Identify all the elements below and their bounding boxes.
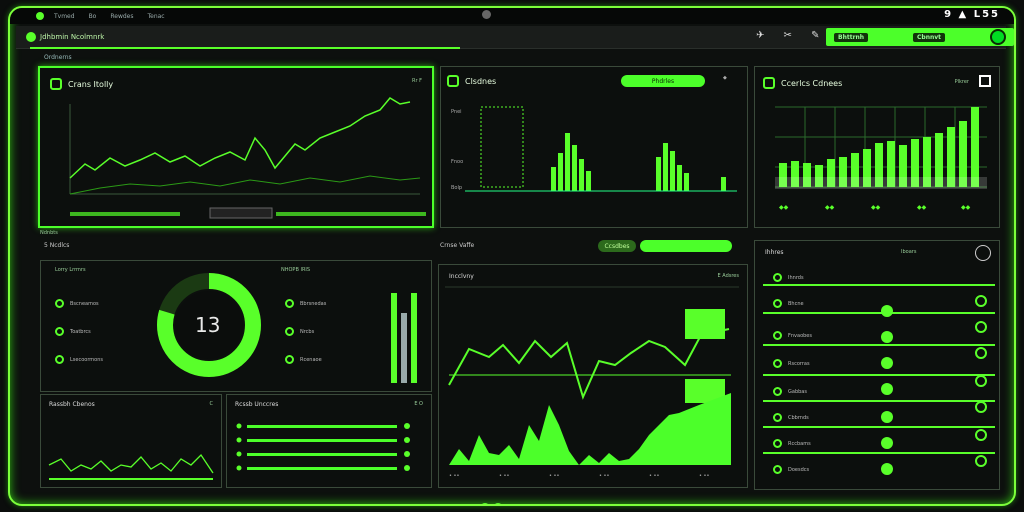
histogram-chart: Pnei Fnoo Bolp — [451, 106, 737, 192]
device-frame: Tvmed Bo Rewdes Tenac 9 ▲ L55 Jdhbmin Nc… — [8, 6, 1016, 506]
svg-text:Fnoo: Fnoo — [451, 159, 463, 165]
brand[interactable]: Jdhbmin Ncolmnrk — [26, 30, 136, 44]
left-section-label: Ndnbts — [40, 230, 58, 236]
ring-item-1[interactable]: Bscneamos — [55, 299, 99, 308]
svg-text:• ••: • •• — [549, 473, 559, 479]
cta-bar[interactable]: Bhttrnh Cbnnvt — [826, 28, 1014, 46]
cta-right-label[interactable]: Cbnnvt — [913, 32, 946, 42]
trend-panel: Incclvny E Adsres • •• • •• • •• • •• • •• •… — [438, 264, 748, 488]
histogram-panel: Clsdnes Phdrles ◆ Pnei Fnoo Bolp — [440, 66, 748, 228]
list-row-2[interactable]: Bhcne — [773, 299, 804, 308]
svg-text:◆◆: ◆◆ — [779, 204, 789, 211]
list-row-1[interactable]: Ihnrds — [773, 273, 804, 282]
mid-section-tag[interactable]: Ccsdbes — [598, 240, 636, 252]
left-section-sub: 5 Ncdlcs — [44, 242, 70, 249]
svg-text:Bolp: Bolp — [451, 185, 462, 191]
svg-text:◆◆: ◆◆ — [825, 204, 835, 211]
toolbar-icons[interactable]: ✈ ✂ ✎ — [756, 30, 828, 41]
svg-text:◆◆: ◆◆ — [871, 204, 881, 211]
svg-text:◆◆: ◆◆ — [961, 204, 971, 211]
svg-text:Pnei: Pnei — [451, 109, 462, 115]
list-row-5[interactable]: Gabbas — [773, 387, 807, 396]
ring-right-item-3[interactable]: Rcenaoe — [285, 355, 322, 364]
svg-text:• ••: • •• — [699, 473, 709, 479]
os-top-bar: Tvmed Bo Rewdes Tenac 9 ▲ L55 — [10, 8, 1014, 24]
svg-text:• ••: • •• — [499, 473, 509, 479]
list-row-3[interactable]: Fnvaobes — [773, 331, 812, 340]
svg-text:• ••: • •• — [449, 473, 459, 479]
menu-item-3[interactable]: Rewdes — [110, 13, 133, 20]
stock-line-chart — [69, 97, 426, 219]
ring-header-right: NHOPB IRIS — [281, 267, 311, 273]
brand-icon — [26, 32, 36, 42]
mini-bars — [391, 293, 417, 383]
bottom-left-panel: Rassbh Cbenos C — [40, 394, 222, 488]
bottom-left-spark — [48, 453, 214, 480]
list-row-6[interactable]: Cbbrnds — [773, 413, 809, 422]
svg-text:◆◆: ◆◆ — [917, 204, 927, 211]
power-icon[interactable] — [990, 29, 1006, 45]
trend-chart: • •• • •• • •• • •• • •• • •• — [445, 286, 739, 479]
mid-section-label: Crnse Vaffe — [440, 242, 475, 249]
bottom-mid-panel: Rcssb Unccres E O — [226, 394, 432, 488]
bars-panel: Ccerlcs Cdnees Plkrer ◆◆ ◆◆ ◆◆ ◆◆ ◆◆ — [754, 66, 1000, 228]
subheader: Ordnerns — [44, 54, 72, 61]
stock-panel: Crans Itolly Rr F — [38, 66, 434, 228]
loading-progress — [30, 47, 460, 49]
menu-item-4[interactable]: Tenac — [147, 13, 164, 20]
page-indicator[interactable] — [480, 498, 506, 504]
ring-panel: Lorry Lrrmrs NHOPB IRIS 13 Bscneamos Toa… — [40, 260, 432, 392]
status-tray: 9 ▲ L55 — [944, 9, 1000, 20]
list-row-7[interactable]: Rccbams — [773, 439, 811, 448]
gauge-value: 13 — [195, 313, 221, 337]
list-row-8[interactable]: Doesdcs — [773, 465, 809, 474]
app-navbar: Jdhbmin Ncolmnrk ✈ ✂ ✎ Bhttrnh Cbnnvt — [16, 26, 1014, 49]
brand-label: Jdhbmin Ncolmnrk — [40, 33, 105, 41]
list-panel: Ihhres Iboars Ihnrds Bhcne Fnvaobes Rsco… — [754, 240, 1000, 490]
ring-right-item-2[interactable]: Nrcbs — [285, 327, 314, 336]
menu-item-2[interactable]: Bo — [89, 13, 97, 20]
cta-pill[interactable]: Bhttrnh — [834, 32, 869, 42]
ring-item-3[interactable]: Lsecoormons — [55, 355, 103, 364]
list-row-4[interactable]: Rscorras — [773, 359, 810, 368]
app-logo-icon[interactable] — [36, 12, 44, 20]
menu-item-1[interactable]: Tvmed — [54, 13, 75, 20]
mid-section-toggle[interactable] — [640, 240, 732, 252]
svg-text:• ••: • •• — [599, 473, 609, 479]
bottom-mid-bars — [236, 423, 410, 471]
ring-header-left: Lorry Lrrmrs — [55, 267, 86, 273]
svg-text:• ••: • •• — [649, 473, 659, 479]
ring-right-item-1[interactable]: Bbrsnedas — [285, 299, 326, 308]
bars-chart: ◆◆ ◆◆ ◆◆ ◆◆ ◆◆ — [775, 106, 987, 211]
camera-icon — [482, 10, 491, 19]
ring-item-2[interactable]: Toatbrcs — [55, 327, 91, 336]
